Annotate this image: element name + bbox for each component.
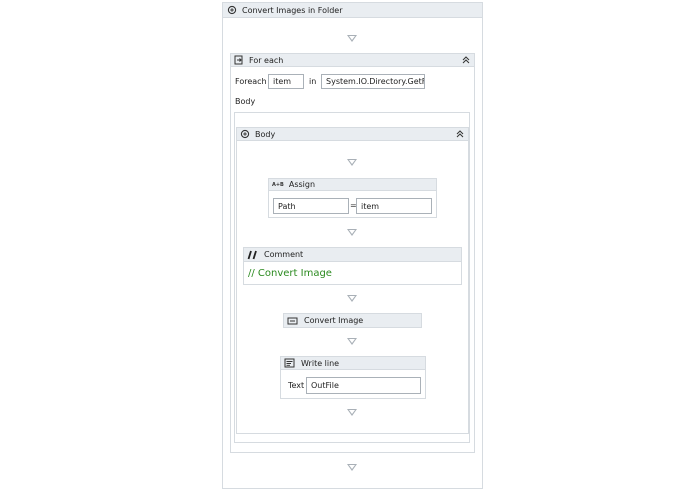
comment-title: Comment xyxy=(264,250,304,259)
write-line-text-field[interactable]: OutFile xyxy=(306,377,421,394)
convert-image-icon xyxy=(287,316,298,326)
drop-target-arrow[interactable] xyxy=(347,295,357,302)
body-title: Body xyxy=(255,129,276,139)
double-chevron-up-icon[interactable] xyxy=(462,56,470,64)
drop-target-arrow[interactable] xyxy=(347,229,357,236)
write-line-icon xyxy=(284,358,295,368)
comment-text[interactable]: // Convert Image xyxy=(248,268,332,279)
body-label: Body xyxy=(235,97,256,106)
drop-target-arrow[interactable] xyxy=(347,35,357,42)
convert-image-activity[interactable]: Convert Image xyxy=(283,313,422,328)
body-header[interactable]: Body xyxy=(236,127,469,141)
assign-to-field[interactable]: Path xyxy=(273,198,349,214)
foreach-icon xyxy=(234,55,244,65)
sequence-header[interactable]: Convert Images in Folder xyxy=(222,2,483,18)
foreach-source-field[interactable]: System.IO.Directory.GetFil xyxy=(321,74,425,89)
drop-target-arrow[interactable] xyxy=(347,464,357,471)
convert-image-title: Convert Image xyxy=(304,316,364,325)
foreach-header[interactable]: For each xyxy=(230,53,475,67)
comment-header[interactable]: Comment xyxy=(243,247,462,262)
assign-title: Assign xyxy=(288,180,316,189)
drop-target-arrow[interactable] xyxy=(347,159,357,166)
write-line-header[interactable]: Write line xyxy=(280,356,426,370)
in-label: in xyxy=(309,77,317,86)
sequence-icon xyxy=(227,5,237,15)
write-line-title: Write line xyxy=(301,358,340,368)
foreach-title: For each xyxy=(249,55,284,65)
assign-header[interactable]: A+B Assign xyxy=(268,178,437,191)
comment-icon xyxy=(247,250,258,260)
sequence-title: Convert Images in Folder xyxy=(242,5,343,15)
assign-icon: A+B xyxy=(272,181,284,188)
double-chevron-up-icon[interactable] xyxy=(456,130,464,138)
assign-value-field[interactable]: item xyxy=(356,198,432,214)
write-line-text-label: Text xyxy=(288,381,305,390)
drop-target-arrow[interactable] xyxy=(347,338,357,345)
foreach-label: Foreach xyxy=(235,77,267,86)
drop-target-arrow[interactable] xyxy=(347,409,357,416)
body-sequence-icon xyxy=(240,129,250,139)
foreach-item-field[interactable]: item xyxy=(268,74,304,89)
